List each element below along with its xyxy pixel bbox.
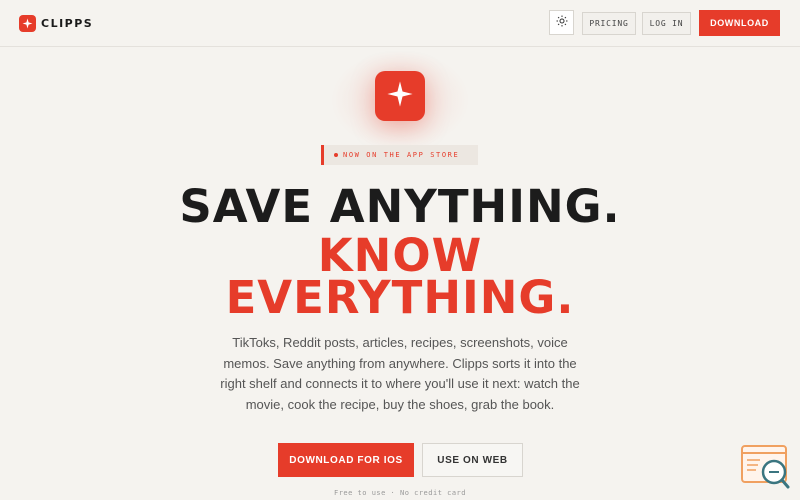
sparkle-icon [386, 80, 414, 113]
theme-toggle-button[interactable] [549, 10, 574, 35]
app-store-badge[interactable]: NOW ON THE APP STORE [321, 145, 478, 165]
search-document-icon [740, 445, 792, 494]
login-button[interactable]: LOG IN [642, 12, 691, 35]
brand-name: CLIPPS [41, 17, 94, 30]
pricing-button[interactable]: PRICING [582, 12, 636, 35]
site-header: CLIPPS PRICING LOG IN DOWNLOAD [0, 0, 800, 47]
use-on-web-button[interactable]: USE ON WEB [422, 443, 523, 477]
chat-widget[interactable] [740, 444, 792, 490]
headline-line-1: SAVE ANYTHING. [179, 180, 621, 233]
hero-description: TikToks, Reddit posts, articles, recipes… [220, 335, 580, 412]
badge-dot-icon [334, 153, 338, 157]
footnote: Free to use · No credit card [333, 489, 466, 497]
sparkle-logo-icon [19, 15, 36, 32]
header-download-button[interactable]: DOWNLOAD [699, 10, 780, 36]
app-icon [375, 71, 425, 121]
sun-icon [556, 14, 568, 32]
badge-text: NOW ON THE APP STORE [343, 151, 460, 159]
download-ios-button[interactable]: DOWNLOAD FOR IOS [278, 443, 414, 477]
brand-logo[interactable]: CLIPPS [19, 15, 93, 32]
headline-line-3: EVERYTHING. [225, 271, 575, 324]
